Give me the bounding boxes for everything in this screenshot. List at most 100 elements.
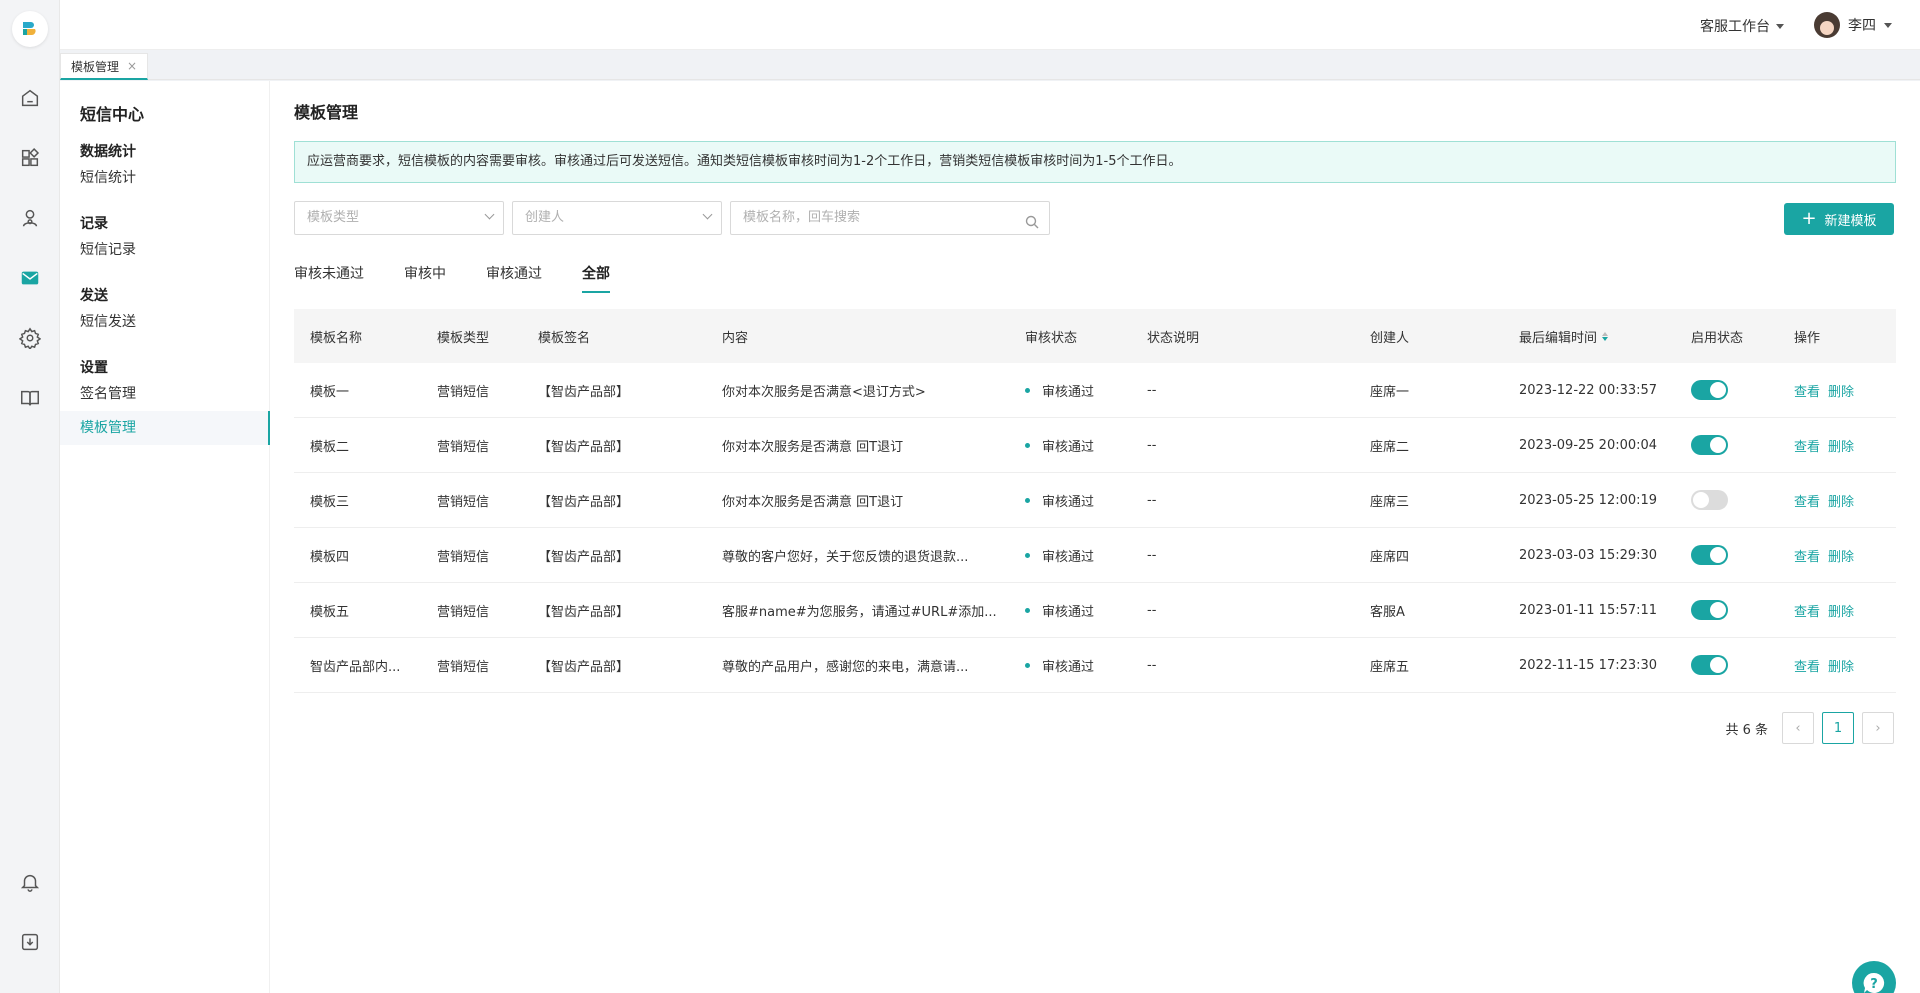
column-header-label: 最后编辑时间 [1519,330,1598,346]
gear-icon[interactable] [18,326,42,350]
delete-link[interactable]: 删除 [1828,436,1854,455]
sidebar-item-signature-management[interactable]: 签名管理 [60,377,270,411]
cell-sign: 【智齿产品部】 [538,604,630,620]
view-link[interactable]: 查看 [1794,601,1820,620]
enable-toggle[interactable] [1691,545,1728,565]
search-input[interactable]: 模板名称，回车搜索 [730,201,1050,235]
new-template-button[interactable]: + 新建模板 [1784,203,1894,235]
enable-toggle[interactable] [1691,600,1728,620]
cell-content: 尊敬的产品用户，感谢您的来电，满意请... [722,659,969,675]
cell-sign: 【智齿产品部】 [538,494,630,510]
review-status: 审核通过 [1025,583,1094,637]
review-status-label: 审核通过 [1042,384,1095,400]
mail-icon[interactable] [18,266,42,290]
tab-approved[interactable]: 审核通过 [486,263,542,283]
sidebar-item-sms-records[interactable]: 短信记录 [60,233,270,267]
delete-link[interactable]: 删除 [1828,601,1854,620]
page-tab-template-management[interactable]: 模板管理 × [60,53,149,80]
cell-name: 智齿产品部内... [310,659,401,675]
cell-note: -- [1147,657,1157,673]
cell-creator: 座席四 [1370,549,1410,565]
apps-icon[interactable] [18,146,42,170]
home-icon[interactable] [18,86,42,110]
page-title: 模板管理 [294,103,359,122]
delete-link[interactable]: 删除 [1828,656,1854,675]
cell-actions: 查看 删除 [1794,418,1862,472]
cell-type: 营销短信 [437,384,490,400]
creator-select[interactable]: 创建人 [512,201,722,235]
workbench-dropdown[interactable]: 客服工作台 [1700,16,1784,36]
review-status-label: 审核通过 [1042,439,1095,455]
cell-enabled [1691,528,1728,582]
review-status: 审核通过 [1025,528,1094,582]
column-header-last-edit-time[interactable]: 最后编辑时间 [1519,309,1609,363]
enable-toggle[interactable] [1691,490,1728,510]
column-header: 启用状态 [1691,330,1744,346]
chevron-down-icon [484,209,495,220]
tab-under-review[interactable]: 审核中 [404,263,446,283]
page-button[interactable]: 1 [1822,712,1854,744]
column-header: 审核状态 [1025,330,1078,346]
close-icon[interactable]: × [127,59,137,73]
cell-type: 营销短信 [437,659,490,675]
view-link[interactable]: 查看 [1794,381,1820,400]
review-status-label: 审核通过 [1042,549,1095,565]
cell-type: 营销短信 [437,604,490,620]
user-menu[interactable]: 李四 [1814,12,1892,38]
icon-rail [0,0,60,993]
sidebar-item-sms-statistics[interactable]: 短信统计 [60,161,270,195]
app-logo[interactable] [12,11,48,47]
cell-name: 模板一 [310,384,350,400]
delete-link[interactable]: 删除 [1828,381,1854,400]
cell-sign: 【智齿产品部】 [538,439,630,455]
prev-page-button[interactable]: ‹ [1782,712,1814,744]
tab-rejected[interactable]: 审核未通过 [294,263,364,283]
help-chat-icon[interactable]: ? [1852,961,1896,993]
template-type-select[interactable]: 模板类型 [294,201,504,235]
enable-toggle[interactable] [1691,655,1728,675]
delete-link[interactable]: 删除 [1828,546,1854,565]
review-status: 审核通过 [1025,473,1094,527]
cell-type: 营销短信 [437,549,490,565]
view-link[interactable]: 查看 [1794,656,1820,675]
sidebar-item-template-management[interactable]: 模板管理 [60,411,270,445]
page-tab-label: 模板管理 [71,59,120,74]
cell-type: 营销短信 [437,494,490,510]
tab-all[interactable]: 全部 [582,263,610,293]
menu-group-send: 发送 [80,288,108,304]
column-header: 创建人 [1370,330,1410,346]
cell-name: 模板二 [310,439,350,455]
sort-icon[interactable] [1602,331,1609,341]
main-content: 模板管理 应运营商要求，短信模板的内容需要审核。审核通过后可发送短信。通知类短信… [270,81,1920,993]
review-status: 审核通过 [1025,363,1094,417]
search-icon[interactable] [1025,210,1039,242]
next-page-button[interactable]: › [1862,712,1894,744]
cell-enabled [1691,363,1728,417]
cell-content: 尊敬的客户您好，关于您反馈的退货退款... [722,549,969,565]
cell-enabled [1691,583,1728,637]
status-dot-icon [1025,607,1030,613]
cell-note: -- [1147,437,1157,453]
cell-sign: 【智齿产品部】 [538,384,630,400]
view-link[interactable]: 查看 [1794,436,1820,455]
table-row: 模板二 营销短信 【智齿产品部】 你对本次服务是否满意 回T退订 审核通过 -- 座席二 20… [294,418,1896,473]
page-tab-strip: 模板管理 × [60,50,1920,80]
cell-enabled [1691,418,1728,472]
sidebar-menu: 短信中心 数据统计 短信统计 记录 短信记录 发送 短信发送 设置 签名管理 模… [60,81,270,993]
cell-creator: 座席五 [1370,659,1410,675]
table-header: 模板名称 模板类型 模板签名 内容 审核状态 状态说明 创建人 最后编辑时间 启… [294,309,1896,363]
download-icon[interactable] [18,930,42,954]
table-body: 模板一 营销短信 【智齿产品部】 你对本次服务是否满意<退订方式> 审核通过 -- 座席一 2… [294,363,1896,693]
review-status-label: 审核通过 [1042,494,1095,510]
book-icon[interactable] [18,386,42,410]
view-link[interactable]: 查看 [1794,491,1820,510]
enable-toggle[interactable] [1691,435,1728,455]
view-link[interactable]: 查看 [1794,546,1820,565]
column-header: 操作 [1794,330,1821,346]
cell-actions: 查看 删除 [1794,363,1862,417]
sidebar-item-sms-send[interactable]: 短信发送 [60,305,270,339]
contacts-icon[interactable] [18,206,42,230]
bell-icon[interactable] [18,870,42,894]
enable-toggle[interactable] [1691,380,1728,400]
delete-link[interactable]: 删除 [1828,491,1854,510]
